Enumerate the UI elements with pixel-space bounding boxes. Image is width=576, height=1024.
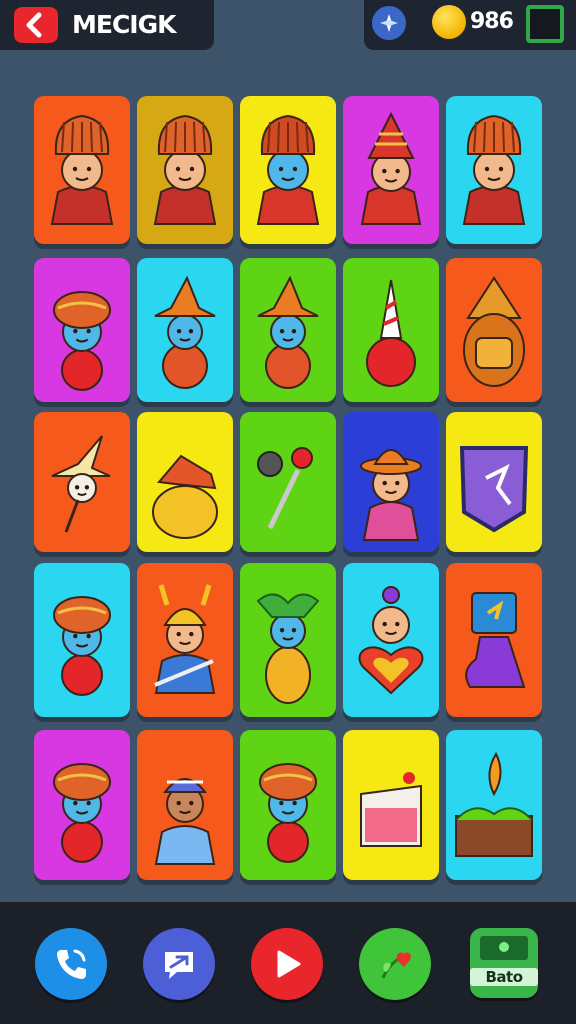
- golden-mask-icon: [463, 276, 525, 387]
- character-tile[interactable]: [137, 412, 233, 552]
- character-tile[interactable]: [446, 258, 542, 402]
- character-tile[interactable]: [446, 412, 542, 552]
- bottom-nav: Bato: [0, 902, 576, 1024]
- top-bar-right: 986: [364, 0, 576, 50]
- witch-hat-man-icon: [154, 275, 216, 389]
- character-tile[interactable]: [343, 96, 439, 244]
- character-tile[interactable]: [34, 258, 130, 402]
- crowned-man-icon: [462, 114, 526, 225]
- party-hat-ball-icon: [366, 279, 416, 387]
- treasure-bag-icon: [152, 454, 218, 539]
- character-tile[interactable]: [343, 563, 439, 717]
- play-icon: [277, 950, 301, 978]
- cake-slice-icon: [360, 772, 422, 847]
- character-tile[interactable]: [137, 96, 233, 244]
- character-tile[interactable]: [240, 96, 336, 244]
- shield-icon: [459, 446, 529, 533]
- character-tile[interactable]: [240, 563, 336, 717]
- phone-button[interactable]: [35, 928, 107, 1000]
- character-tile[interactable]: [34, 563, 130, 717]
- character-tile[interactable]: [34, 730, 130, 880]
- character-tile[interactable]: [343, 730, 439, 880]
- turban-man-icon: [53, 763, 111, 863]
- message-icon: [165, 952, 193, 979]
- game-title: MECIGK: [72, 10, 176, 39]
- coin-count: 986: [470, 9, 514, 34]
- witch-hat-man-icon: [257, 275, 319, 389]
- play-button[interactable]: [251, 928, 323, 1000]
- character-tile[interactable]: [343, 258, 439, 402]
- crowned-man-icon: [153, 114, 217, 225]
- turban-man-icon: [53, 596, 111, 696]
- heart-man-icon: [358, 586, 424, 695]
- character-tile[interactable]: [446, 96, 542, 244]
- character-tile[interactable]: [34, 96, 130, 244]
- hat-man-icon: [360, 111, 422, 225]
- back-button[interactable]: [14, 7, 58, 43]
- potion-bag-icon: [465, 592, 526, 688]
- helmet-warrior-icon: [154, 584, 216, 694]
- character-tile[interactable]: [446, 730, 542, 880]
- character-tile[interactable]: [137, 730, 233, 880]
- blue-crowned-man-icon: [256, 114, 320, 225]
- cap-boy-icon: [154, 778, 216, 865]
- character-tile[interactable]: [240, 730, 336, 880]
- menu-button[interactable]: [526, 5, 564, 43]
- phone-icon: [57, 949, 86, 979]
- character-tile[interactable]: [34, 412, 130, 552]
- staff-icon: [257, 447, 313, 530]
- sombrero-man-icon: [360, 449, 422, 541]
- turban-blue-man-icon: [53, 291, 111, 391]
- messages-button[interactable]: [143, 928, 215, 1000]
- shop-button[interactable]: Bato: [470, 928, 538, 998]
- leaf-hat-man-icon: [256, 593, 320, 704]
- heart-leaf-icon: [381, 952, 411, 979]
- back-arrow-icon: [26, 12, 42, 38]
- character-tile[interactable]: [446, 563, 542, 717]
- character-tile[interactable]: [137, 563, 233, 717]
- top-bar-left: MECIGK: [0, 0, 214, 50]
- character-tile[interactable]: [240, 412, 336, 552]
- shop-label: Bato: [470, 968, 538, 986]
- coin-icon: [432, 5, 466, 39]
- screen-icon: [480, 936, 528, 960]
- cake-candle-icon: [455, 751, 533, 857]
- character-tile[interactable]: [240, 258, 336, 402]
- compass-icon[interactable]: [372, 6, 406, 40]
- character-tile[interactable]: [137, 258, 233, 402]
- turban-man-icon: [259, 763, 317, 863]
- crowned-man-icon: [50, 114, 114, 225]
- favorites-button[interactable]: [359, 928, 431, 1000]
- character-tile[interactable]: [343, 412, 439, 552]
- pointed-hat-face-icon: [51, 435, 111, 533]
